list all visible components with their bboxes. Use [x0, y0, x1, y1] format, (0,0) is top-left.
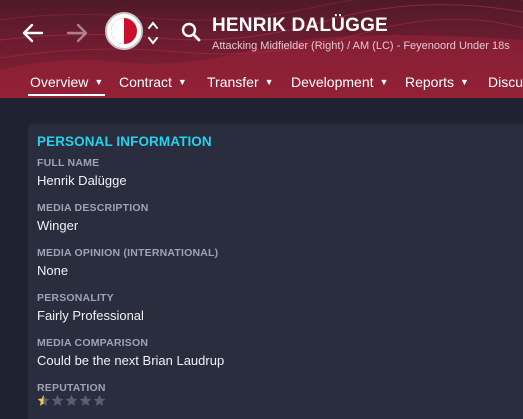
tab-overview[interactable]: Overview ▼	[27, 66, 106, 98]
tab-transfer[interactable]: Transfer ▼	[207, 66, 274, 98]
tab-label: Overview	[30, 74, 89, 90]
tab-label: Development	[291, 74, 374, 90]
tab-development[interactable]: Development ▼	[291, 66, 388, 98]
field-label: MEDIA DESCRIPTION	[37, 202, 149, 214]
star-icon	[79, 394, 92, 406]
chevron-down-icon: ▼	[379, 77, 389, 87]
chevron-down-icon: ▼	[264, 77, 274, 87]
tab-contract[interactable]: Contract ▼	[119, 66, 187, 98]
field-value: None	[37, 263, 69, 278]
tab-bar: Overview ▼ Contract ▼ Transfer ▼ Developmen…	[0, 66, 523, 98]
reputation-stars	[37, 394, 106, 407]
field-label: PERSONALITY	[37, 292, 114, 304]
club-badge[interactable]	[105, 12, 143, 50]
chevron-down-icon: ▼	[460, 77, 469, 87]
star-icon	[37, 394, 50, 406]
back-arrow-icon	[22, 23, 44, 43]
full-name-field: FULL NAME Henrik Dalügge	[37, 157, 127, 188]
tab-discussion[interactable]: Discus	[488, 66, 523, 98]
field-label: REPUTATION	[37, 382, 106, 394]
forward-arrow-icon	[66, 23, 88, 43]
star-icon	[65, 394, 78, 406]
player-name: HENRIK DALÜGGE	[212, 15, 388, 36]
star-icon	[51, 394, 64, 406]
personality-field: PERSONALITY Fairly Professional	[37, 292, 144, 323]
club-badge-shield	[109, 16, 139, 46]
star-icon	[93, 394, 106, 406]
tab-label: Discus	[488, 74, 523, 90]
media-opinion-field: MEDIA OPINION (INTERNATIONAL) None	[37, 247, 218, 278]
section-title: PERSONAL INFORMATION	[37, 134, 212, 149]
tab-label: Contract	[119, 74, 172, 90]
field-label: FULL NAME	[37, 157, 100, 169]
player-header: HENRIK DALÜGGE Attacking Midfielder (Rig…	[0, 0, 523, 98]
tab-reports[interactable]: Reports ▼	[405, 66, 469, 98]
search-button[interactable]	[180, 21, 202, 43]
field-value: Fairly Professional	[37, 308, 144, 323]
field-label: MEDIA COMPARISON	[37, 337, 149, 349]
player-position-club: Attacking Midfielder (Right) / AM (LC) -…	[212, 40, 510, 52]
forward-button[interactable]	[62, 18, 92, 48]
field-value: Could be the next Brian Laudrup	[37, 353, 225, 368]
field-value: Winger	[37, 218, 79, 233]
chevron-up-down-icon	[148, 21, 158, 45]
media-comparison-field: MEDIA COMPARISON Could be the next Brian…	[37, 337, 224, 368]
tab-label: Transfer	[207, 74, 259, 90]
field-value: Henrik Dalügge	[37, 173, 127, 188]
chevron-down-icon: ▼	[94, 77, 104, 87]
media-description-field: MEDIA DESCRIPTION Winger	[37, 202, 149, 233]
player-stepper[interactable]	[146, 18, 160, 48]
chevron-down-icon: ▼	[177, 77, 187, 87]
reputation-field: REPUTATION	[37, 382, 106, 394]
field-label: MEDIA OPINION (INTERNATIONAL)	[37, 247, 219, 259]
search-icon	[181, 22, 201, 42]
tab-label: Reports	[405, 74, 455, 90]
back-button[interactable]	[18, 18, 48, 48]
